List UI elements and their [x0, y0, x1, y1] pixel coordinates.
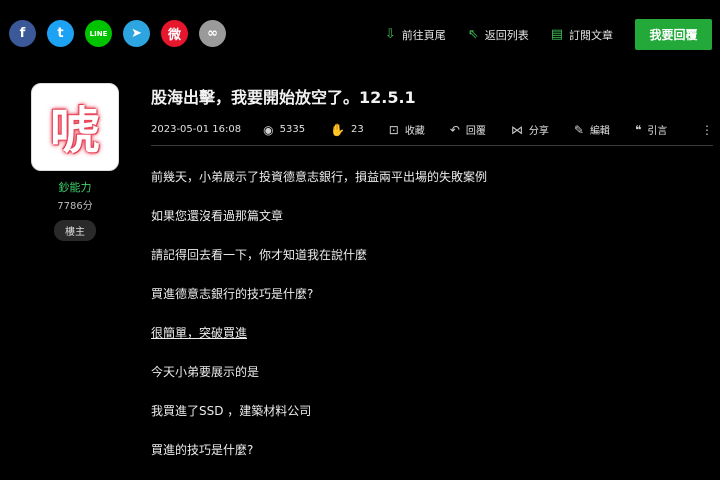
clap-icon: ✋ [330, 122, 346, 137]
post-title: 股海出擊，我要開始放空了。12.5.1 [151, 88, 416, 107]
goto-bottom-label: 前往頁尾 [401, 28, 446, 42]
author-name[interactable]: 鈔能力 [31, 179, 119, 195]
top-nav: ⇩ 前往頁尾 ⇖ 返回列表 ▤ 訂閱文章 我要回覆 [385, 19, 712, 50]
arrow-down-icon: ⇩ [384, 27, 396, 42]
views-count: ◉ 5335 [263, 123, 305, 137]
post-meta: 2023-05-01 16:08 ◉ 5335 ✋ 23 ⊡ 收藏 ↶ 回覆 ⋈… [151, 122, 713, 138]
edit-button[interactable]: ✎ 編輯 [573, 122, 610, 138]
share-icon: ⋈ [510, 122, 523, 137]
post-paragraph: 前幾天，小弟展示了投資德意志銀行，損益兩平出場的失敗案例 [151, 170, 488, 184]
like-button[interactable]: ✋ 23 [330, 123, 364, 137]
more-options-icon[interactable]: ⋮ [701, 123, 713, 137]
telegram-share-icon[interactable]: ➤ [123, 20, 150, 47]
views-value: 5335 [279, 124, 306, 135]
post-paragraph: 買進的技巧是什麼? [151, 443, 254, 457]
reply-label: 回覆 [465, 126, 486, 137]
back-arrow-icon: ⇖ [467, 27, 479, 42]
quote-label: 引言 [647, 126, 668, 137]
reply-link[interactable]: ↶ 回覆 [449, 122, 486, 138]
back-to-list-link[interactable]: ⇖ 返回列表 [468, 27, 529, 43]
author-card: 唬 鈔能力 7786分 樓主 [31, 83, 119, 241]
eye-icon: ◉ [263, 122, 274, 137]
author-score: 7786分 [57, 201, 93, 212]
post-paragraph: 買進德意志銀行的技巧是什麼? [151, 287, 314, 301]
document-icon: ▤ [550, 27, 563, 42]
post-paragraph: 我買進了SSD ，建築材料公司 [151, 404, 312, 418]
reply-icon: ↶ [449, 122, 460, 137]
likes-value: 23 [351, 124, 364, 135]
quote-icon: ❝ [634, 122, 642, 137]
link-copy-icon[interactable]: ∞ [199, 20, 226, 47]
post-paragraph: 今天小弟要展示的是 [151, 365, 260, 379]
avatar[interactable]: 唬 [31, 83, 119, 171]
share-button[interactable]: ⋈ 分享 [510, 122, 549, 138]
twitter-share-icon[interactable]: t [47, 20, 74, 47]
post-paragraph: 很簡單，突破買進 [151, 324, 487, 363]
line-share-icon[interactable]: LINE [85, 20, 112, 47]
bookmark-button[interactable]: ⊡ 收藏 [388, 122, 425, 138]
weibo-share-icon[interactable]: 微 [161, 20, 188, 47]
post-date: 2023-05-01 16:08 [151, 124, 242, 135]
facebook-share-icon[interactable]: f [9, 20, 36, 47]
underlined-text: 很簡單，突破買進 [151, 326, 248, 340]
subscribe-label: 訂閱文章 [569, 28, 613, 42]
author-role-badge: 樓主 [54, 220, 96, 241]
avatar-glyph: 唬 [50, 101, 100, 160]
reply-button[interactable]: 我要回覆 [635, 19, 712, 50]
pencil-icon: ✎ [573, 122, 584, 137]
subscribe-link[interactable]: ▤ 訂閱文章 [551, 27, 613, 43]
share-label: 分享 [528, 126, 549, 137]
meta-divider [151, 145, 713, 146]
post-paragraph: 請記得回去看一下，你才知道我在說什麼 [151, 248, 368, 262]
bookmark-icon: ⊡ [388, 122, 399, 137]
back-to-list-label: 返回列表 [484, 28, 529, 42]
post-paragraph: 如果您還沒看過那篇文章 [151, 209, 284, 223]
bookmark-label: 收藏 [404, 126, 425, 137]
quote-button[interactable]: ❝ 引言 [634, 122, 668, 138]
goto-bottom-link[interactable]: ⇩ 前往頁尾 [385, 27, 446, 43]
share-bar: f t LINE ➤ 微 ∞ [9, 20, 226, 47]
edit-label: 編輯 [589, 126, 610, 137]
post-body: 前幾天，小弟展示了投資德意志銀行，損益兩平出場的失敗案例 如果您還沒看過那篇文章… [151, 168, 487, 480]
